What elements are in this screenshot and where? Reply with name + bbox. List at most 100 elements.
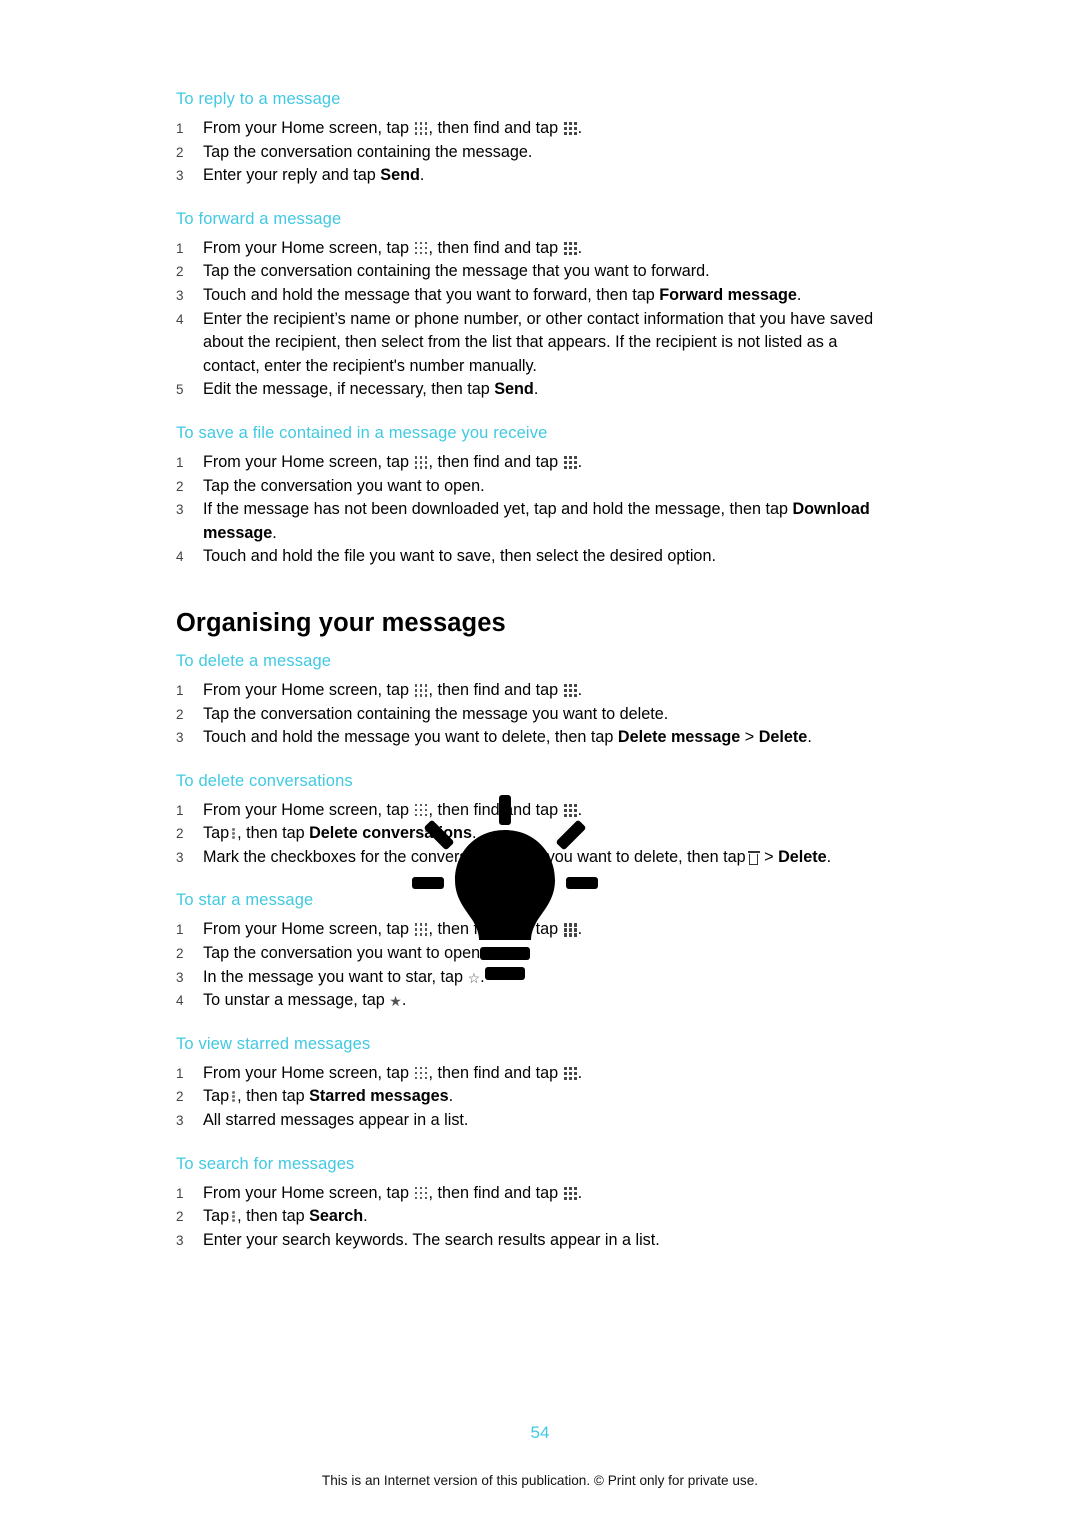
bold-search: Search: [309, 1207, 364, 1226]
step-item: Touch and hold the message that you want…: [176, 284, 876, 308]
apps-grid-icon: [414, 1066, 428, 1080]
step-text-end: .: [577, 119, 583, 137]
step-text: Tap: [203, 1207, 230, 1226]
step-text-end: .: [577, 238, 583, 257]
step-text-end: .: [471, 824, 477, 843]
step-text-cont: , then find and tap: [428, 238, 559, 257]
heading-search-for-messages: To search for messages: [176, 1154, 355, 1173]
heading-reply-to-a-message: To reply to a message: [176, 90, 341, 108]
step-item: From your Home screen, tap , then find a…: [176, 237, 876, 261]
messaging-grid-icon: [563, 923, 577, 937]
steps-view-starred: From your Home screen, tap , then find a…: [176, 1062, 876, 1133]
step-text: From your Home screen, tap: [203, 1183, 410, 1202]
step-item: Enter your search keywords. The search r…: [176, 1229, 660, 1252]
apps-grid-icon: [414, 241, 428, 255]
heading-save-file: To save a file contained in a message yo…: [176, 423, 548, 442]
step-text-end: .: [577, 1063, 583, 1082]
step-text: Tap: [203, 1087, 230, 1106]
step-text: From your Home screen, tap: [203, 920, 410, 939]
step-text-end: .: [577, 800, 583, 819]
step-item: From your Home screen, tap , then find a…: [176, 117, 876, 141]
step-text-end: .: [448, 1087, 454, 1106]
step-text-cont: , then tap: [237, 1087, 310, 1106]
overflow-menu-icon: [230, 1089, 236, 1103]
step-item: From your Home screen, tap , then find a…: [176, 799, 876, 823]
steps-forward: From your Home screen, tap , then find a…: [176, 237, 876, 402]
step-item: All starred messages appear in a list.: [176, 1109, 469, 1132]
step-text: Touch and hold the message you want to d…: [203, 728, 618, 747]
heading-star-a-message: To star a message: [176, 891, 314, 910]
step-item: Tap , then tap Search.: [176, 1205, 876, 1229]
bold-delete: Delete: [778, 847, 827, 866]
step-sep: >: [759, 847, 779, 866]
step-sep: >: [740, 728, 759, 747]
document-page: To reply to a message From your Home scr…: [0, 0, 1080, 1527]
step-item: Tap , then tap Delete conversations.: [176, 822, 876, 846]
step-text-cont: , then find and tap: [428, 1183, 559, 1202]
step-text: To unstar a message, tap: [203, 991, 385, 1010]
step-text: In the message you want to star, tap: [203, 967, 464, 986]
step-text: From your Home screen, tap: [203, 119, 410, 137]
step-text: From your Home screen, tap: [203, 238, 410, 257]
step-text-cont: , then find and tap: [428, 452, 559, 471]
step-item: From your Home screen, tap , then find a…: [176, 679, 876, 703]
step-text: Touch and hold the message that you want…: [203, 285, 660, 304]
page-title-organising: Organising your messages: [176, 608, 506, 637]
bold-delete-message: Delete message: [617, 728, 741, 747]
step-text: Mark the checkboxes for the conversation…: [203, 847, 746, 866]
steps-delete-conversations: From your Home screen, tap , then find a…: [176, 799, 876, 870]
bold-forward-message: Forward message: [659, 285, 797, 304]
step-item: In the message you want to star, tap ☆.: [176, 966, 485, 989]
step-text-end: .: [807, 728, 812, 747]
step-text-cont: , then find and tap: [428, 800, 559, 819]
step-text-cont: , then find and tap: [428, 1063, 559, 1082]
overflow-menu-icon: [230, 1209, 236, 1223]
messaging-grid-icon: [563, 1066, 577, 1080]
step-text: From your Home screen, tap: [203, 800, 410, 819]
step-item: Tap the conversation containing the mess…: [176, 703, 669, 726]
step-text-end: .: [577, 680, 583, 699]
step-text-end: .: [533, 380, 539, 399]
overflow-menu-icon: [230, 826, 236, 840]
step-text-end: .: [419, 166, 425, 185]
apps-grid-icon: [414, 683, 428, 697]
section-view-starred-messages: To view starred messages From your Home …: [176, 1035, 876, 1133]
steps-save-file: From your Home screen, tap , then find a…: [176, 451, 876, 569]
messaging-grid-icon: [563, 1186, 577, 1200]
section-save-file: To save a file contained in a message yo…: [176, 424, 876, 569]
step-item: From your Home screen, tap , then find a…: [176, 918, 876, 942]
section-delete-a-message: To delete a message From your Home scree…: [176, 652, 876, 750]
step-text-end: .: [796, 285, 802, 304]
step-item: To unstar a message, tap ★.: [176, 989, 407, 1012]
step-item: Touch and hold the message you want to d…: [176, 726, 876, 750]
heading-forward-a-message: To forward a message: [176, 209, 342, 228]
steps-search-messages: From your Home screen, tap , then find a…: [176, 1182, 876, 1253]
step-item: If the message has not been downloaded y…: [176, 498, 876, 545]
step-text-end: .: [363, 1207, 368, 1226]
step-text: From your Home screen, tap: [203, 1063, 410, 1082]
bold-send: Send: [380, 166, 420, 185]
apps-grid-icon: [414, 803, 428, 817]
page-content: To reply to a message From your Home scr…: [176, 90, 876, 1274]
step-text-cont: , then find and tap: [428, 680, 559, 699]
messaging-grid-icon: [563, 122, 577, 136]
step-text: Tap: [203, 824, 230, 843]
messaging-grid-icon: [563, 803, 577, 817]
step-item: Tap the conversation you want to open.: [176, 475, 485, 498]
step-item: Mark the checkboxes for the conversation…: [176, 846, 876, 870]
step-item: Tap the conversation containing the mess…: [176, 260, 710, 283]
steps-reply: From your Home screen, tap , then find a…: [176, 117, 876, 188]
apps-grid-icon: [414, 1186, 428, 1200]
bold-delete-conversations: Delete conversations: [309, 824, 472, 843]
step-text-cont: , then find and tap: [428, 920, 559, 939]
step-text: From your Home screen, tap: [203, 680, 410, 699]
step-text: Edit the message, if necessary, then tap: [203, 380, 495, 399]
step-item: From your Home screen, tap , then find a…: [176, 1182, 876, 1206]
heading-delete-conversations: To delete conversations: [176, 771, 353, 790]
step-item: From your Home screen, tap , then find a…: [176, 451, 876, 475]
steps-star-message: From your Home screen, tap , then find a…: [176, 918, 876, 1012]
section-search-for-messages: To search for messages From your Home sc…: [176, 1155, 876, 1253]
apps-grid-icon: [414, 455, 428, 469]
step-text-end: .: [826, 847, 832, 866]
step-item: Tap the conversation you want to open.: [176, 942, 485, 965]
